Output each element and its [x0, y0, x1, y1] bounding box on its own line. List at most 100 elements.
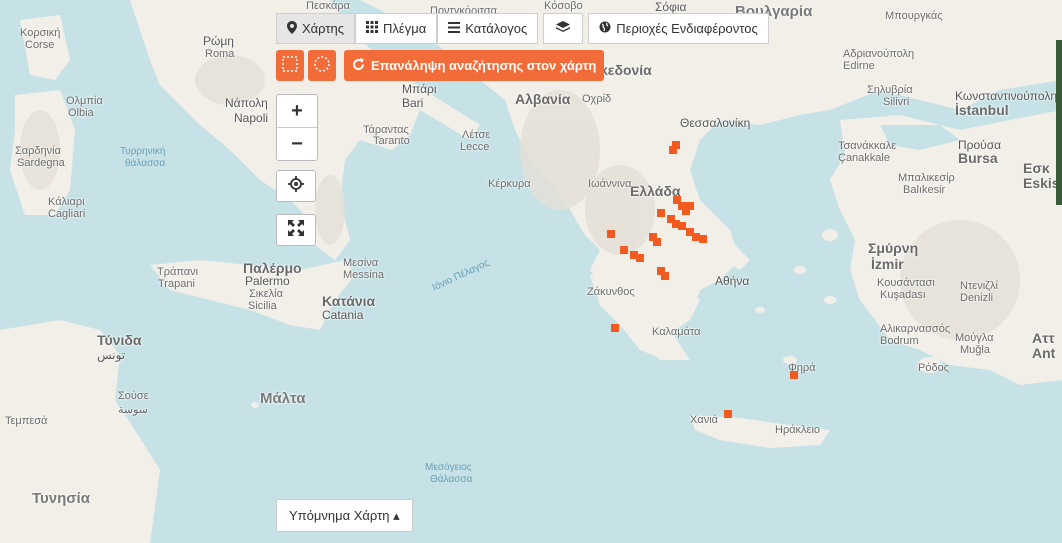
observation-marker[interactable]: [620, 246, 628, 254]
map-label-palermo-local: Palermo: [245, 274, 290, 288]
map-label-sicily-local: Sicilia: [248, 300, 277, 312]
observation-marker[interactable]: [790, 371, 798, 379]
map-label-kerkyra: Κέρκυρα: [488, 178, 531, 190]
map-label-napoli-local: Napoli: [234, 111, 269, 125]
list-icon: [448, 21, 461, 36]
circle-select-button[interactable]: [308, 50, 336, 81]
map-label-cagliari-local: Cagliari: [48, 208, 86, 220]
layers-button[interactable]: [543, 13, 584, 44]
map-canvas[interactable]: Πεσκάρα Ρώμη Roma Νάπολη Napoli Μπάρι Ba…: [0, 0, 1062, 543]
map-label-cagliari: Κάλιαρι: [48, 196, 85, 208]
observation-marker[interactable]: [636, 254, 644, 262]
map-label-bodrum: Bodrum: [880, 335, 919, 347]
observation-marker[interactable]: [653, 238, 661, 246]
map-label-izmir: İzmir: [871, 256, 904, 272]
map-label-roma: Ρώμη: [203, 34, 234, 48]
map-label-mediterranean: Μεσόγειος: [425, 462, 472, 473]
map-label-trapani-local: Trapani: [158, 278, 195, 290]
map-label-denizli-gr: Ντενιζλί: [960, 280, 998, 292]
zoom-control: + −: [276, 94, 318, 161]
map-label-taranto-local: Taranto: [373, 135, 410, 147]
observation-marker[interactable]: [678, 222, 686, 230]
map-label-sousse: Σούσε: [118, 390, 149, 402]
map-view-button[interactable]: Χάρτης: [276, 13, 356, 44]
search-controls: Επανάληψη αναζήτησης στον χάρτη: [276, 50, 605, 81]
map-label-canakkale-gr: Τσανάκκαλε: [838, 140, 897, 152]
map-label-tyrrhenian-2: θάλασσα: [125, 158, 166, 169]
map-label-olbia: Ολμπία: [66, 95, 103, 107]
map-label-sardinia: Σαρδηνία: [15, 145, 61, 157]
map-label-pescara: Πεσκάρα: [306, 0, 350, 12]
rectangle-select-button[interactable]: [276, 50, 304, 81]
locate-button[interactable]: [276, 170, 316, 202]
map-label-malta: Μάλτα: [260, 390, 306, 407]
map-label-heraklion: Ηράκλειο: [775, 424, 821, 436]
map-label-tunis-local: تونس: [97, 348, 126, 362]
map-label-ohrid: Οχρίδ: [582, 93, 612, 105]
map-label-mugla-gr: Μούγλα: [955, 332, 994, 344]
observation-marker[interactable]: [724, 410, 732, 418]
observation-marker[interactable]: [611, 324, 619, 332]
map-label-edirne: Edirne: [843, 60, 875, 72]
locate-icon: [288, 175, 304, 197]
map-label-albania: Αλβανία: [515, 91, 571, 107]
map-label-zakynthos: Ζάκυνθος: [587, 286, 635, 298]
grid-view-label: Πλέγμα: [383, 21, 427, 36]
areas-of-interest-label: Περιοχές Ενδιαφέροντος: [616, 21, 758, 36]
repeat-search-label: Επανάληψη αναζήτησης στον χάρτη: [371, 58, 597, 73]
grid-icon: [366, 21, 379, 36]
areas-of-interest-button[interactable]: Περιοχές Ενδιαφέροντος: [588, 13, 769, 44]
observation-marker[interactable]: [657, 209, 665, 217]
globe-icon: [599, 21, 611, 36]
map-label-eskisehir-gr: Εσκ: [1023, 160, 1050, 176]
map-label-bari: Μπάρι: [402, 82, 437, 96]
observation-marker[interactable]: [607, 230, 615, 238]
fullscreen-button[interactable]: [276, 214, 316, 246]
map-label-istanbul-gr: Κωνσταντινούπολη: [955, 89, 1058, 103]
map-label-catania-local: Catania: [322, 308, 364, 322]
map-label-kusadasi-gr: Κουσάντασι: [877, 277, 935, 289]
map-label-balikesir-gr: Μπαλικεσίρ: [898, 172, 955, 184]
map-label-tempesa: Τεμπεσά: [5, 415, 48, 427]
map-label-balikesir: Balıkesir: [903, 184, 946, 196]
observation-marker[interactable]: [699, 235, 707, 243]
map-label-messina-local: Messina: [343, 269, 384, 281]
map-label-thessaloniki: Θεσσαλονίκη: [680, 116, 751, 130]
map-label-sofia: Σόφια: [655, 0, 687, 14]
map-label-trapani: Τράπανι: [157, 266, 199, 278]
view-toolbar: Χάρτης Πλέγμα Κατάλογος Περιοχές Ενδιαφέ…: [276, 13, 769, 46]
zoom-out-button[interactable]: −: [277, 127, 317, 160]
map-label-lecce-local: Lecce: [460, 141, 490, 153]
map-label-corsica: Κορσική: [20, 27, 61, 39]
map-label-kalamata: Καλαμάτα: [652, 326, 701, 338]
map-label-denizli: Denizli: [960, 292, 994, 304]
fullscreen-icon: [288, 219, 304, 241]
map-label-kosovo: Κόσοβο: [544, 0, 583, 12]
list-view-button[interactable]: Κατάλογος: [437, 13, 539, 44]
grid-view-button[interactable]: Πλέγμα: [355, 13, 438, 44]
map-label-silivri-gr: Σηλυβρία: [867, 84, 913, 96]
map-label-mediterranean-2: Θάλασσα: [430, 474, 473, 485]
map-label-sicily: Σικελία: [249, 288, 283, 300]
map-label-kusadasi: Kuşadası: [880, 289, 926, 301]
map-label-silivri: Silivri: [883, 96, 910, 108]
map-label-izmir-gr: Σμύρνη: [868, 240, 919, 256]
map-label-tyrrhenian: Τυρρηνική: [120, 146, 166, 157]
map-label-canakkale: Çanakkale: [838, 152, 890, 164]
zoom-in-button[interactable]: +: [277, 95, 317, 127]
map-label-athens: Αθήνα: [715, 274, 750, 288]
map-label-bodrum-gr: Αλικαρνασσός: [880, 323, 951, 335]
list-view-label: Κατάλογος: [465, 21, 528, 36]
map-label-olbia-local: Olbia: [68, 107, 94, 119]
observation-marker[interactable]: [669, 146, 677, 154]
map-label-messina: Μεσίνα: [343, 257, 379, 269]
refresh-icon: [352, 57, 365, 74]
side-photo-strip: [1056, 40, 1062, 205]
observation-marker[interactable]: [661, 272, 669, 280]
map-label-catania: Κατάνια: [322, 293, 376, 309]
map-label-ioannina: Ιωάννινα: [588, 178, 632, 190]
map-legend-button[interactable]: Υπόμνημα Χάρτη ▴: [276, 499, 413, 532]
map-label-antalya-gr: Αττ: [1032, 330, 1055, 346]
repeat-search-button[interactable]: Επανάληψη αναζήτησης στον χάρτη: [344, 50, 605, 81]
observation-marker[interactable]: [682, 207, 690, 215]
